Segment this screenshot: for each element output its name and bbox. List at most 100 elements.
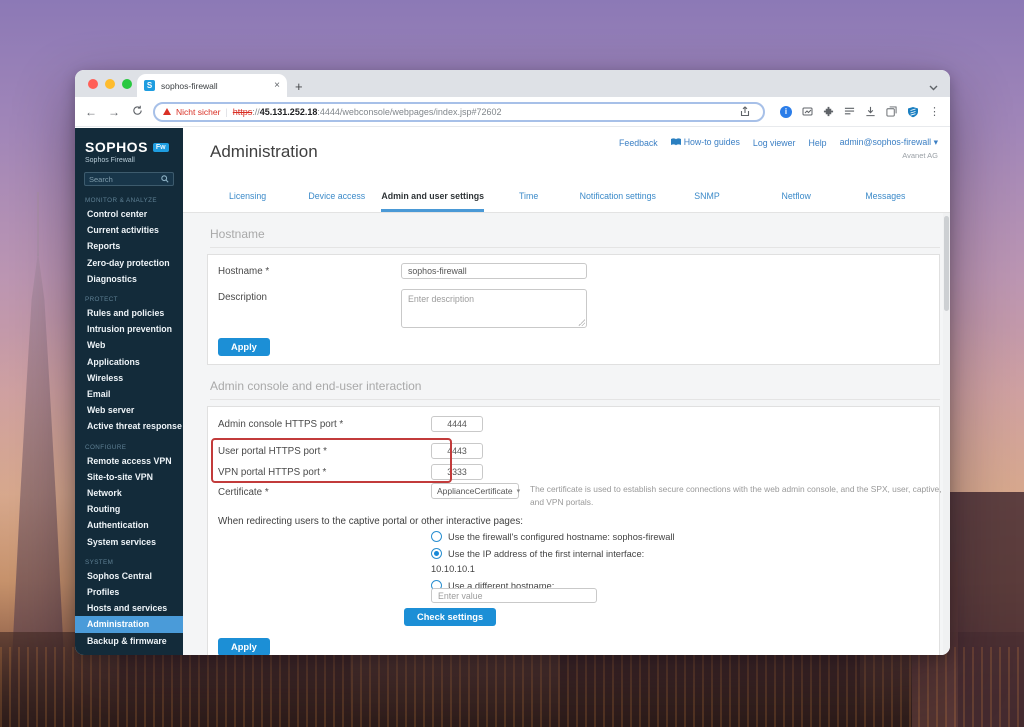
not-secure-warning-icon bbox=[163, 108, 171, 115]
different-hostname-input[interactable] bbox=[431, 588, 597, 603]
address-bar[interactable]: Nicht sicher | https://45.131.252.18:444… bbox=[153, 102, 765, 122]
downloads-icon[interactable] bbox=[865, 106, 876, 117]
guides-book-icon bbox=[671, 138, 681, 148]
sidebar-item-intrusion-prevention[interactable]: Intrusion prevention bbox=[75, 321, 183, 337]
sidebar-search[interactable] bbox=[84, 172, 174, 186]
company-name: Avanet AG bbox=[902, 151, 938, 160]
certificate-select[interactable]: ApplianceCertificate ▾ bbox=[431, 483, 519, 499]
forward-button[interactable]: → bbox=[107, 105, 121, 119]
reading-list-icon[interactable] bbox=[844, 107, 855, 116]
admin-console-port-input[interactable] bbox=[431, 416, 483, 432]
admin-section-title: Admin console and end-user interaction bbox=[210, 379, 940, 400]
close-window-button[interactable] bbox=[88, 79, 98, 89]
redirect-label: When redirecting users to the captive po… bbox=[218, 516, 523, 527]
sidebar-item-control-center[interactable]: Control center bbox=[75, 206, 183, 222]
tab-title: sophos-firewall bbox=[161, 81, 268, 91]
sidebar-item-wireless[interactable]: Wireless bbox=[75, 370, 183, 386]
certificate-label: Certificate * bbox=[218, 487, 269, 498]
hostname-label: Hostname * bbox=[218, 266, 269, 277]
vpn-portal-port-input[interactable] bbox=[431, 464, 483, 480]
help-link[interactable]: Help bbox=[808, 138, 826, 148]
how-to-guides-link[interactable]: How-to guides bbox=[671, 137, 740, 148]
tab-search-chevron-icon[interactable] bbox=[929, 78, 938, 96]
account-menu[interactable]: admin@sophos-firewall ▾ bbox=[840, 137, 938, 148]
page-scrollbar[interactable] bbox=[943, 213, 950, 655]
search-icon bbox=[161, 170, 169, 188]
hostname-panel: Hostname * Description Apply bbox=[207, 254, 940, 365]
hostname-input[interactable] bbox=[401, 263, 587, 279]
sidebar-item-applications[interactable]: Applications bbox=[75, 354, 183, 370]
sidebar-item-active-threat-response[interactable]: Active threat response bbox=[75, 418, 183, 434]
background-tower-spire bbox=[37, 192, 39, 256]
sidebar-item-web-server[interactable]: Web server bbox=[75, 402, 183, 418]
feedback-link[interactable]: Feedback bbox=[619, 138, 658, 148]
radio-icon[interactable] bbox=[431, 531, 442, 542]
background-window-lights bbox=[0, 647, 1024, 727]
sidebar-item-routing[interactable]: Routing bbox=[75, 501, 183, 517]
description-label: Description bbox=[218, 292, 267, 303]
log-viewer-link[interactable]: Log viewer bbox=[753, 138, 796, 148]
sidebar-item-rules-and-policies[interactable]: Rules and policies bbox=[75, 305, 183, 321]
search-input[interactable] bbox=[89, 175, 161, 184]
extension-flag-icon[interactable] bbox=[802, 107, 813, 117]
sidebar-item-system-services[interactable]: System services bbox=[75, 534, 183, 550]
tab-admin-and-user-settings[interactable]: Admin and user settings bbox=[381, 183, 484, 212]
browser-window: S sophos-firewall × + ← → Nicht sicher |… bbox=[75, 70, 950, 655]
new-tab-button[interactable]: + bbox=[295, 80, 303, 93]
sidebar-item-profiles[interactable]: Profiles bbox=[75, 584, 183, 600]
admin-console-panel: Admin console HTTPS port * User portal H… bbox=[207, 406, 940, 655]
select-caret-icon: ▾ bbox=[517, 487, 521, 495]
back-button[interactable]: ← bbox=[84, 105, 98, 119]
tab-licensing[interactable]: Licensing bbox=[203, 183, 292, 212]
sidebar-item-hosts-and-services[interactable]: Hosts and services bbox=[75, 600, 183, 616]
share-icon[interactable] bbox=[740, 106, 750, 117]
tab-snmp[interactable]: SNMP bbox=[662, 183, 751, 212]
reload-button[interactable] bbox=[130, 105, 144, 119]
extensions-puzzle-icon[interactable] bbox=[823, 106, 834, 117]
tab-notification-settings[interactable]: Notification settings bbox=[573, 183, 662, 212]
sidebar-item-authentication[interactable]: Authentication bbox=[75, 517, 183, 533]
sidebar-item-web[interactable]: Web bbox=[75, 337, 183, 353]
maximize-window-button[interactable] bbox=[122, 79, 132, 89]
sidebar-item-network[interactable]: Network bbox=[75, 485, 183, 501]
scrollbar-thumb[interactable] bbox=[944, 216, 949, 311]
sidebar-item-administration[interactable]: Administration bbox=[75, 616, 183, 632]
tab-close-icon[interactable]: × bbox=[274, 80, 280, 91]
textarea-resize-grip[interactable] bbox=[578, 319, 585, 326]
sidebar-item-remote-access-vpn[interactable]: Remote access VPN bbox=[75, 453, 183, 469]
tab-device-access[interactable]: Device access bbox=[292, 183, 381, 212]
sidebar: SOPHOS Fw Sophos Firewall MONITOR & ANAL… bbox=[75, 128, 183, 655]
extension-circle-icon[interactable]: i bbox=[780, 106, 792, 118]
settings-tabs: LicensingDevice accessAdmin and user set… bbox=[183, 183, 950, 213]
sophos-logo: SOPHOS Fw bbox=[75, 128, 183, 155]
sidebar-item-site-to-site-vpn[interactable]: Site-to-site VPN bbox=[75, 469, 183, 485]
sidebar-item-sophos-central[interactable]: Sophos Central bbox=[75, 568, 183, 584]
macos-traffic-lights bbox=[88, 79, 132, 89]
sidebar-item-zero-day-protection[interactable]: Zero-day protection bbox=[75, 255, 183, 271]
radio-ip-first-interface[interactable]: Use the IP address of the first internal… bbox=[431, 548, 644, 559]
radio-configured-hostname[interactable]: Use the firewall's configured hostname: … bbox=[431, 531, 675, 542]
header-links: Feedback How-to guides Log viewer Help a… bbox=[619, 137, 938, 148]
user-portal-port-input[interactable] bbox=[431, 443, 483, 459]
tab-netflow[interactable]: Netflow bbox=[752, 183, 841, 212]
sidebar-item-backup-firmware[interactable]: Backup & firmware bbox=[75, 633, 183, 649]
browser-toolbar: ← → Nicht sicher | https://45.131.252.18… bbox=[75, 97, 950, 127]
browser-tab[interactable]: S sophos-firewall × bbox=[137, 74, 287, 97]
sophos-shield-icon[interactable] bbox=[907, 106, 919, 118]
sidebar-item-current-activities[interactable]: Current activities bbox=[75, 222, 183, 238]
browser-menu-icon[interactable]: ⋮ bbox=[929, 105, 940, 118]
not-secure-label: Nicht sicher bbox=[176, 107, 220, 117]
tab-messages[interactable]: Messages bbox=[841, 183, 930, 212]
tab-window-icon[interactable] bbox=[886, 106, 897, 117]
radio-icon-selected[interactable] bbox=[431, 548, 442, 559]
minimize-window-button[interactable] bbox=[105, 79, 115, 89]
sidebar-item-diagnostics[interactable]: Diagnostics bbox=[75, 271, 183, 287]
hostname-apply-button[interactable]: Apply bbox=[218, 338, 270, 356]
tab-time[interactable]: Time bbox=[484, 183, 573, 212]
admin-apply-button[interactable]: Apply bbox=[218, 638, 270, 655]
sidebar-subtitle: Sophos Firewall bbox=[75, 155, 183, 164]
sidebar-item-email[interactable]: Email bbox=[75, 386, 183, 402]
check-settings-button[interactable]: Check settings bbox=[404, 608, 496, 626]
description-textarea[interactable] bbox=[401, 289, 587, 328]
sidebar-item-reports[interactable]: Reports bbox=[75, 238, 183, 254]
